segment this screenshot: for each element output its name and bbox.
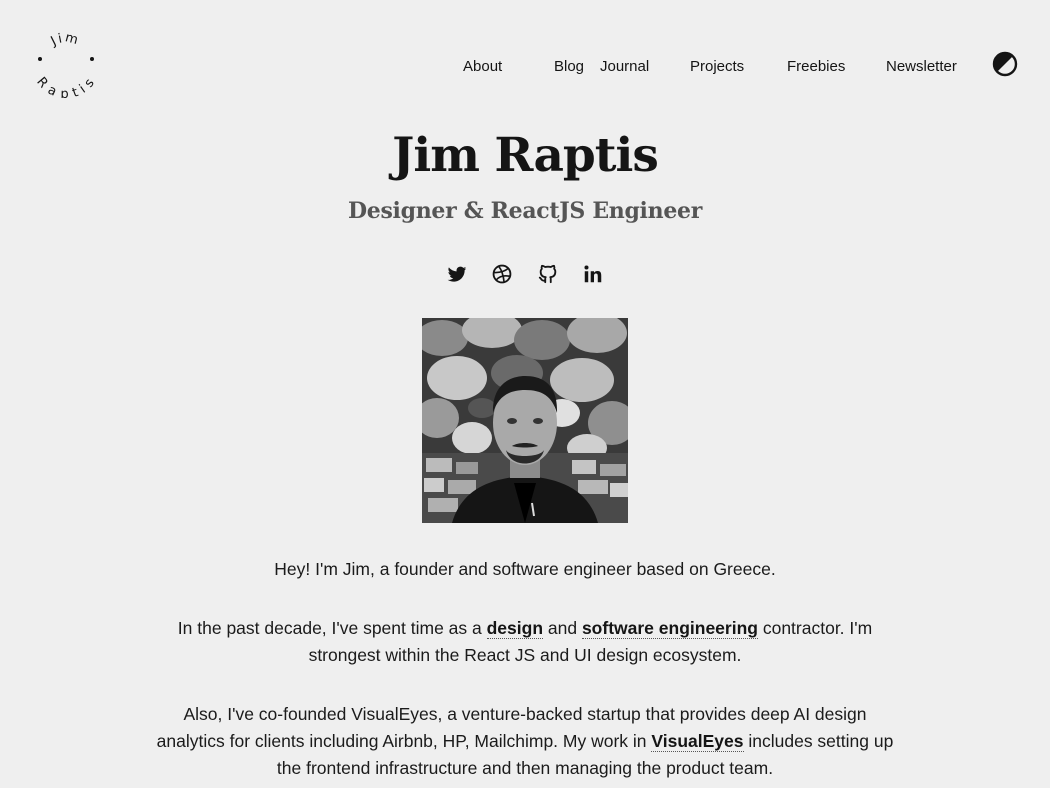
dribbble-link[interactable] [491, 263, 513, 285]
software-engineering-link[interactable]: software engineering [581, 618, 758, 639]
portrait-image [422, 318, 628, 523]
nav-blog[interactable]: Blog [554, 58, 584, 76]
twitter-icon [447, 266, 467, 282]
nav-journal[interactable]: Journal [600, 58, 649, 76]
profile-photo [422, 318, 628, 523]
github-link[interactable] [537, 263, 559, 285]
page-title: Jim Raptis [392, 128, 659, 183]
social-links [0, 263, 1050, 287]
bio-paragraph-experience: In the past decade, I've spent time as a… [155, 615, 895, 669]
logo-text-top: Jim [48, 30, 82, 49]
theme-toggle-button[interactable] [992, 51, 1018, 77]
twitter-link[interactable] [446, 263, 468, 285]
nav-about[interactable]: About [463, 58, 502, 76]
page-subtitle: Designer & ReactJS Engineer [348, 198, 702, 224]
linkedin-icon [584, 265, 602, 283]
bio-paragraph-intro: Hey! I'm Jim, a founder and software eng… [274, 559, 776, 579]
dribbble-icon [492, 264, 512, 284]
nav-newsletter[interactable]: Newsletter [886, 58, 957, 76]
nav-freebies[interactable]: Freebies [787, 58, 845, 76]
logo-text-bottom: Raptis [33, 74, 99, 98]
bio-p2-text-a: In the past decade, I've spent time as a [177, 618, 487, 638]
bio-paragraph-visualeyes: Also, I've co-founded VisualEyes, a vent… [155, 701, 895, 782]
nav-projects[interactable]: Projects [690, 58, 744, 76]
design-link[interactable]: design [486, 618, 544, 639]
visualeyes-link[interactable]: VisualEyes [651, 731, 744, 752]
bio-p2-text-b: and [543, 618, 582, 638]
linkedin-link[interactable] [582, 263, 604, 285]
half-circle-contrast-icon [992, 51, 1018, 77]
github-icon [538, 264, 557, 284]
main-nav: About Blog Journal Projects Freebies New… [0, 58, 1050, 78]
